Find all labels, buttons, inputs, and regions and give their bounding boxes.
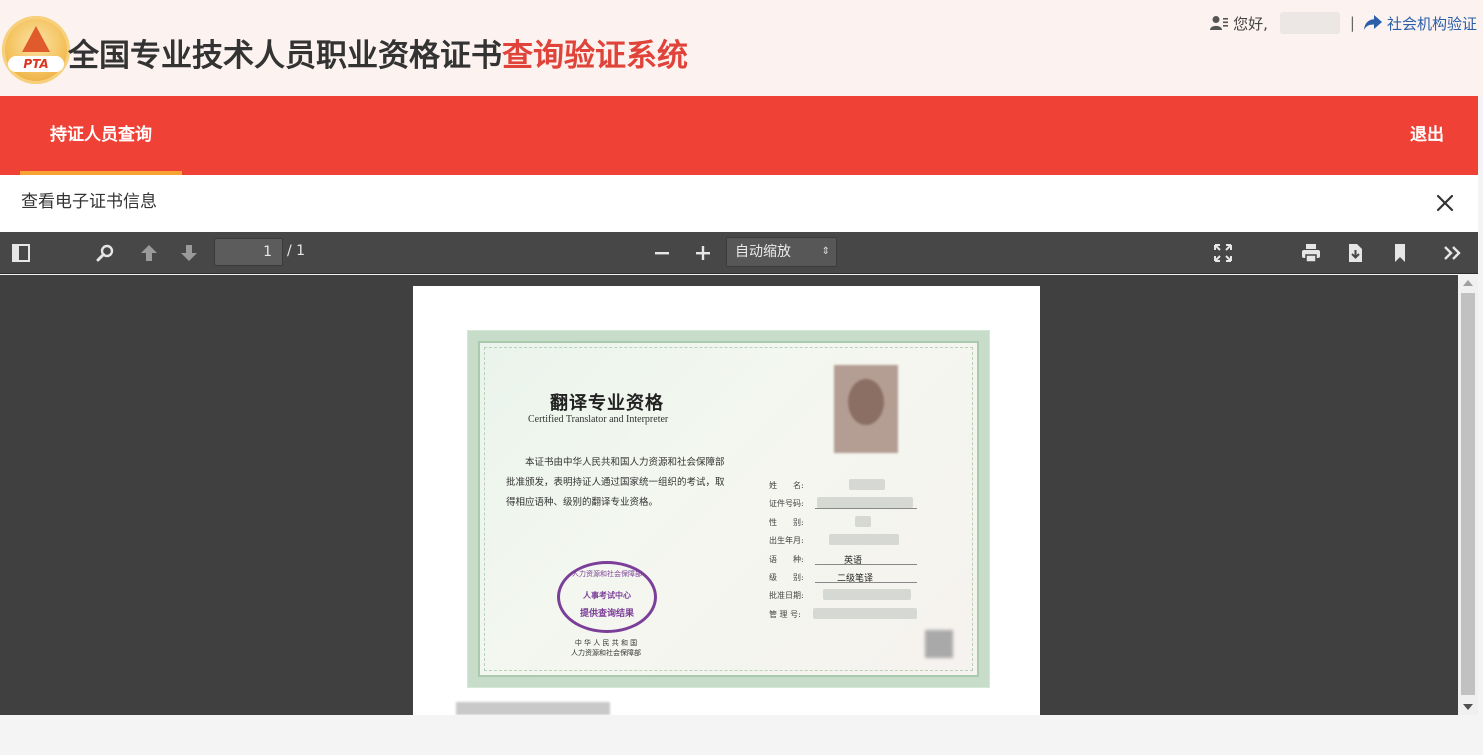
pdf-page: 翻译专业资格 Certified Translator and Interpre…: [413, 286, 1040, 715]
field-birth: 出生年月:: [769, 531, 929, 549]
field-label: 姓 名:: [769, 481, 804, 490]
page-number-input[interactable]: 1: [214, 238, 283, 266]
share-arrow-icon[interactable]: [1363, 14, 1383, 32]
redacted-value: [817, 497, 913, 509]
redacted-footer: [456, 702, 610, 715]
issuer-line-2: 人力资源和社会保障部: [571, 649, 641, 657]
certificate-body: 本证书由中华人民共和国人力资源和社会保障部批准颁发，表明持证人通过国家统一组织的…: [506, 457, 725, 508]
field-label: 出生年月:: [769, 536, 804, 546]
logo-text: PTA: [8, 56, 64, 72]
site-title-highlight: 查询验证系统: [502, 38, 688, 74]
field-management-no: 管 理 号:: [769, 605, 929, 623]
issuer-line-1: 中 华 人 民 共 和 国: [574, 639, 638, 647]
field-value: 二级笔译: [837, 573, 874, 584]
zoom-select-value: 自动缩放: [735, 244, 791, 260]
close-icon[interactable]: [1434, 192, 1456, 214]
seal-text-top: 人力资源和社会保障部: [572, 570, 642, 578]
zoom-in-icon[interactable]: [691, 241, 715, 265]
logo-triangle: [22, 26, 50, 52]
field-name: 姓 名:: [769, 476, 929, 494]
tools-menu-icon[interactable]: [1441, 241, 1465, 265]
certificate-subtitle: Certified Translator and Interpreter: [528, 414, 669, 425]
qr-code-redacted: [925, 630, 953, 658]
select-arrows-icon: ⇕: [821, 246, 830, 257]
field-id-number: 证件号码:: [769, 494, 929, 512]
presentation-mode-icon[interactable]: [1211, 241, 1235, 265]
page-right-edge: [1478, 96, 1483, 715]
redacted-value: [813, 607, 917, 619]
field-label: 管 理 号:: [769, 609, 801, 619]
site-header: PTA 全国专业技术人员职业资格证书查询验证系统 您好, | 社会机构验证: [0, 0, 1483, 96]
zoom-select[interactable]: 自动缩放 ⇕: [726, 237, 837, 267]
user-icon: [1210, 16, 1229, 30]
scroll-thumb[interactable]: [1461, 293, 1475, 695]
header-separator: |: [1349, 14, 1355, 32]
sidebar-toggle-icon[interactable]: [9, 241, 33, 265]
site-title: 全国专业技术人员职业资格证书查询验证系统: [68, 34, 688, 78]
panel-title: 查看电子证书信息: [21, 192, 157, 212]
redacted-value: [855, 515, 871, 527]
previous-page-icon[interactable]: [137, 241, 161, 265]
download-icon[interactable]: [1343, 241, 1367, 265]
site-title-main: 全国专业技术人员职业资格证书: [68, 38, 502, 74]
field-line: [815, 563, 917, 565]
page-total: / 1: [287, 243, 306, 259]
username-redacted: [1279, 12, 1340, 34]
certificate: 翻译专业资格 Certified Translator and Interpre…: [468, 331, 989, 687]
seal-text-middle: 人事考试中心: [583, 590, 631, 600]
pta-logo[interactable]: PTA: [2, 16, 70, 84]
certificate-fields: 姓 名: 证件号码: 性 别: 出生年月: 语 种: 英语 级 别: 二级笔译 …: [769, 476, 929, 623]
scroll-down-icon[interactable]: [1463, 704, 1473, 710]
zoom-out-icon[interactable]: [650, 241, 674, 265]
tab-holder-query[interactable]: 持证人员查询: [20, 96, 182, 175]
print-icon[interactable]: [1299, 241, 1323, 265]
search-icon[interactable]: [93, 241, 117, 265]
bookmark-icon[interactable]: [1388, 241, 1412, 265]
field-level: 级 别: 二级笔译: [769, 568, 929, 586]
seal-text-bottom: 提供查询结果: [579, 609, 634, 619]
holder-photo: [834, 365, 898, 453]
redacted-value: [823, 589, 911, 601]
panel-header: 查看电子证书信息: [0, 175, 1478, 232]
field-value: 英语: [844, 555, 863, 566]
main-nav: 持证人员查询 退出: [0, 96, 1478, 175]
redacted-value: [829, 534, 899, 546]
scroll-up-icon[interactable]: [1463, 280, 1473, 286]
pdf-toolbar: 1 / 1 自动缩放 ⇕: [0, 232, 1478, 274]
redacted-value: [849, 479, 885, 490]
field-label: 证件号码:: [769, 499, 804, 509]
next-page-icon[interactable]: [177, 241, 201, 265]
issuer: 中 华 人 民 共 和 国 人力资源和社会保障部: [566, 638, 646, 658]
greeting-text: 您好,: [1233, 14, 1268, 33]
user-area: 您好, | 社会机构验证: [1210, 12, 1477, 34]
certificate-title: 翻译专业资格: [550, 393, 664, 414]
field-label: 语 种:: [769, 554, 804, 564]
logout-link[interactable]: 退出: [1410, 96, 1444, 175]
field-label: 级 别:: [769, 572, 804, 582]
viewer-scrollbar[interactable]: [1458, 275, 1478, 715]
field-language: 语 种: 英语: [769, 550, 929, 568]
org-verify-link[interactable]: 社会机构验证: [1387, 13, 1477, 34]
pdf-viewer-area[interactable]: 翻译专业资格 Certified Translator and Interpre…: [0, 275, 1458, 715]
field-line: [815, 508, 917, 510]
field-gender: 性 别:: [769, 513, 929, 531]
official-seal: 人力资源和社会保障部 人事考试中心 提供查询结果: [557, 561, 657, 633]
field-approval-date: 批准日期:: [769, 586, 929, 604]
field-label: 性 别:: [769, 517, 804, 527]
field-label: 批准日期:: [769, 591, 804, 601]
page-bottom: [0, 715, 1483, 755]
